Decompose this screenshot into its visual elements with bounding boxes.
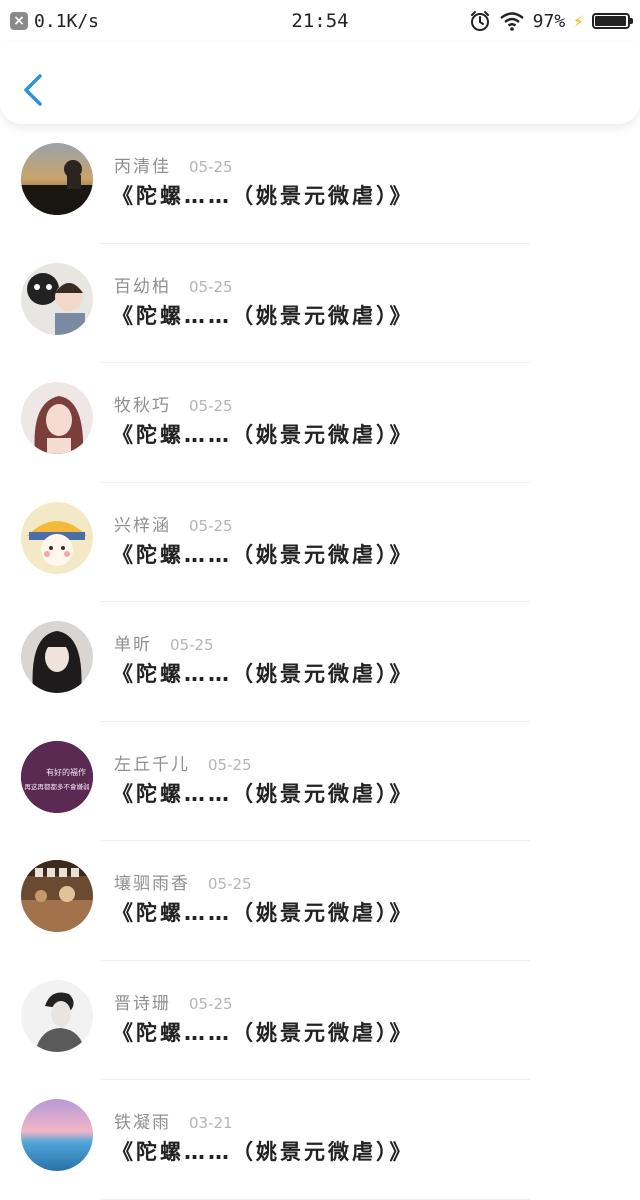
author-name: 丙清佳: [114, 157, 171, 177]
back-chevron-icon[interactable]: [20, 72, 48, 108]
author-name: 牧秋巧: [114, 396, 171, 416]
item-title[interactable]: 《陀螺……（姚景元微虐）》: [112, 897, 414, 927]
item-meta: 壤驷雨香 05-25: [114, 869, 252, 894]
avatar-caption-line-1: 有好的福作: [46, 767, 86, 777]
item-title[interactable]: 《陀螺……（姚景元微虐）》: [112, 1136, 414, 1166]
status-left: × 0.1K/s: [10, 11, 99, 32]
avatar[interactable]: [21, 1099, 93, 1171]
avatar[interactable]: [21, 382, 93, 454]
item-meta: 铁凝雨 03-21: [114, 1108, 233, 1133]
avatar-caption-line-2: 再这再都都多不會嫌弱: [24, 782, 90, 791]
list-item[interactable]: 单昕 05-25 《陀螺……（姚景元微虐）》: [0, 602, 640, 722]
avatar[interactable]: [21, 621, 93, 693]
list-item[interactable]: 牧秋巧 05-25 《陀螺……（姚景元微虐）》: [0, 363, 640, 483]
avatar[interactable]: [21, 860, 93, 932]
post-date: 05-25: [208, 755, 252, 774]
item-meta: 单昕 05-25: [114, 630, 214, 655]
post-date: 05-25: [170, 636, 214, 654]
post-date: 05-25: [208, 875, 252, 893]
avatar[interactable]: [21, 501, 93, 574]
status-bar: × 0.1K/s 21:54 97% ⚡: [0, 0, 640, 42]
avatar[interactable]: 有好的福作 再这再都都多不會嫌弱: [21, 740, 93, 813]
post-date: 03-21: [189, 1114, 233, 1132]
list-item[interactable]: 百幼柏 05-25 《陀螺……（姚景元微虐）》: [0, 244, 640, 364]
item-title[interactable]: 《陀螺……（姚景元微虐）》: [112, 300, 414, 330]
alarm-icon: [470, 11, 489, 31]
avatar[interactable]: [21, 143, 93, 215]
author-name: 壤驷雨香: [114, 874, 190, 894]
list-item[interactable]: 壤驷雨香 05-25 《陀螺……（姚景元微虐）》: [0, 841, 640, 961]
author-name: 铁凝雨: [114, 1113, 171, 1133]
list-item[interactable]: 丙清佳 05-25 《陀螺……（姚景元微虐）》: [0, 124, 640, 244]
item-title[interactable]: 《陀螺……（姚景元微虐）》: [112, 419, 414, 449]
item-meta: 兴梓涵 05-25: [114, 511, 233, 536]
item-title[interactable]: 《陀螺……（姚景元微虐）》: [112, 778, 414, 808]
post-date: 05-25: [189, 994, 233, 1013]
charging-bolt-icon: ⚡: [573, 10, 584, 32]
wifi-icon: [499, 12, 524, 31]
author-name: 兴梓涵: [114, 515, 171, 536]
avatar[interactable]: [21, 979, 93, 1052]
list-item[interactable]: 兴梓涵 05-25 《陀螺……（姚景元微虐）》: [0, 483, 640, 603]
post-date: 05-25: [189, 516, 233, 535]
post-date: 05-25: [189, 158, 233, 176]
author-name: 晋诗珊: [114, 993, 171, 1014]
author-name: 左丘千儿: [114, 754, 190, 775]
item-title[interactable]: 《陀螺……（姚景元微虐）》: [112, 1017, 414, 1047]
list-item[interactable]: 有好的福作 再这再都都多不會嫌弱 左丘千儿 05-25 《陀螺……（姚景元微虐）…: [0, 722, 640, 842]
item-meta: 百幼柏 05-25: [114, 272, 233, 297]
top-bar: [0, 42, 640, 124]
item-title[interactable]: 《陀螺……（姚景元微虐）》: [112, 539, 414, 569]
status-right: 97% ⚡: [469, 10, 633, 32]
post-date: 05-25: [189, 277, 233, 296]
item-meta: 牧秋巧 05-25: [114, 391, 233, 416]
avatar[interactable]: [21, 262, 93, 335]
item-meta: 丙清佳 05-25: [114, 152, 233, 177]
item-meta: 晋诗珊 05-25: [114, 989, 233, 1014]
list-item[interactable]: 铁凝雨 03-21 《陀螺……（姚景元微虐）》: [0, 1080, 640, 1200]
notification-x-icon: ×: [10, 12, 28, 30]
item-meta: 左丘千儿 05-25: [114, 750, 252, 775]
author-name: 单昕: [114, 635, 152, 655]
network-speed: 0.1K/s: [34, 10, 100, 32]
battery-icon: [592, 13, 633, 29]
message-list: 丙清佳 05-25 《陀螺……（姚景元微虐）》 百幼柏 05-25 《陀螺……（…: [0, 124, 640, 1200]
battery-percent: 97%: [532, 10, 566, 32]
item-title[interactable]: 《陀螺……（姚景元微虐）》: [112, 658, 414, 688]
list-item[interactable]: 晋诗珊 05-25 《陀螺……（姚景元微虐）》: [0, 961, 640, 1081]
post-date: 05-25: [189, 397, 233, 415]
avatar-caption: 有好的福作 再这再都都多不會嫌弱: [21, 767, 93, 791]
author-name: 百幼柏: [114, 276, 171, 297]
item-title[interactable]: 《陀螺……（姚景元微虐）》: [112, 180, 414, 210]
